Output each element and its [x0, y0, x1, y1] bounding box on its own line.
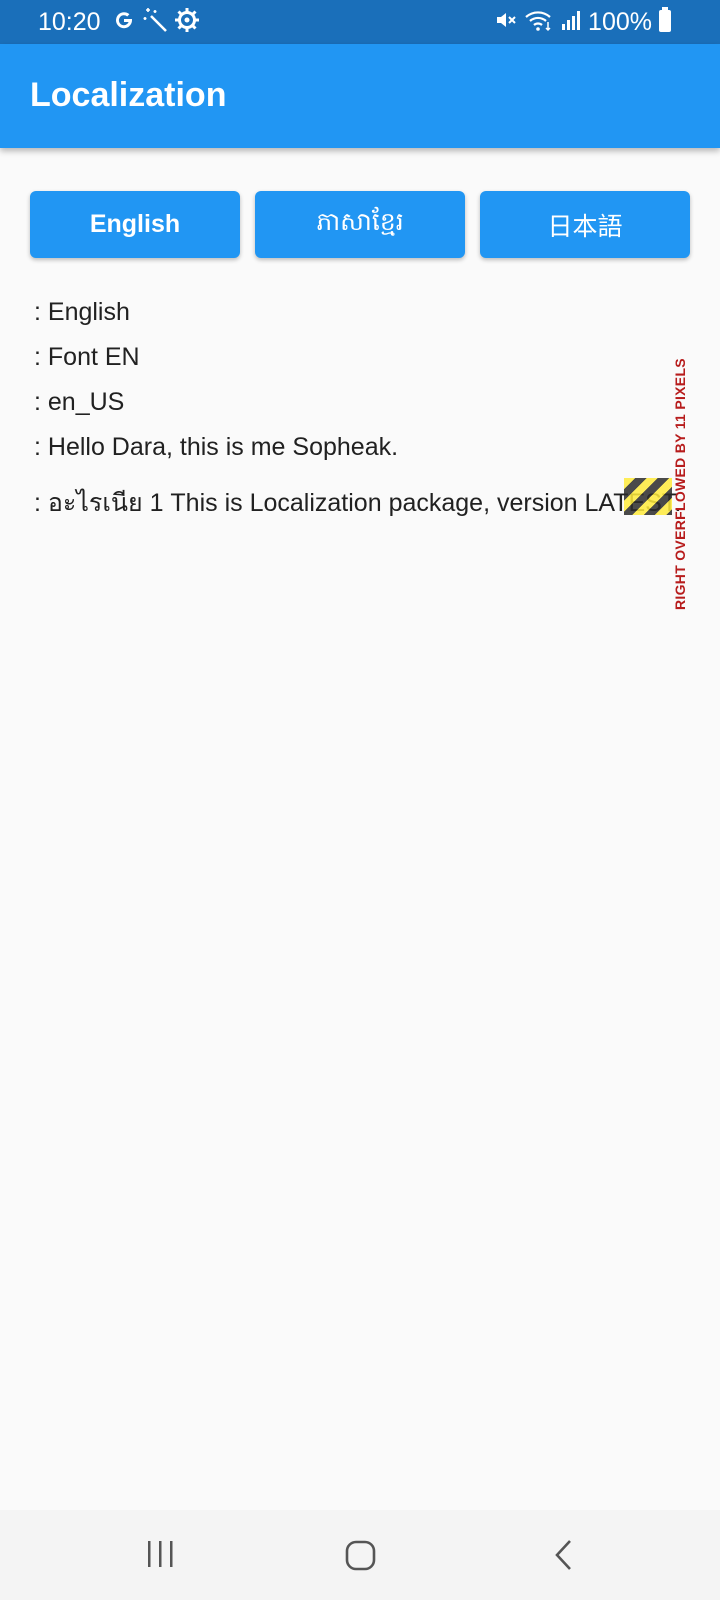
battery-percent: 100% — [588, 7, 652, 36]
status-right: 100% — [494, 6, 672, 38]
recent-apps-icon[interactable] — [146, 1537, 176, 1577]
signal-icon — [560, 8, 582, 37]
overflow-warning-label: RIGHT OVERFLOWED BY 11 PIXELS — [672, 358, 688, 610]
mute-icon — [494, 8, 518, 37]
home-icon[interactable] — [345, 1537, 377, 1577]
japanese-button[interactable]: 日本語 — [480, 191, 690, 258]
font-name-text: : Font EN — [34, 343, 140, 371]
settings-gear-icon — [174, 7, 200, 38]
wifi-icon — [524, 8, 554, 37]
locale-code-text: : en_US — [34, 388, 125, 416]
back-icon[interactable] — [552, 1537, 576, 1577]
status-bar: 10:20 100% — [0, 0, 720, 44]
magic-wand-icon — [142, 7, 168, 38]
app-title: Localization — [30, 76, 227, 114]
battery-icon — [658, 6, 672, 38]
language-name-text: : English — [34, 298, 130, 326]
greeting-text: : Hello Dara, this is me Sopheak. — [34, 433, 399, 461]
status-time: 10:20 — [38, 8, 101, 36]
google-icon — [112, 8, 136, 37]
english-button[interactable]: English — [30, 191, 240, 258]
package-info-text: : อะไรเนีย 1 This is Localization packag… — [34, 489, 682, 517]
overflow-warning-stripe — [624, 478, 672, 515]
khmer-button[interactable]: ភាសាខ្មែរ — [255, 191, 465, 258]
app-bar: Localization — [0, 44, 720, 148]
status-left-icons — [112, 6, 200, 38]
system-nav-bar — [0, 1510, 720, 1600]
